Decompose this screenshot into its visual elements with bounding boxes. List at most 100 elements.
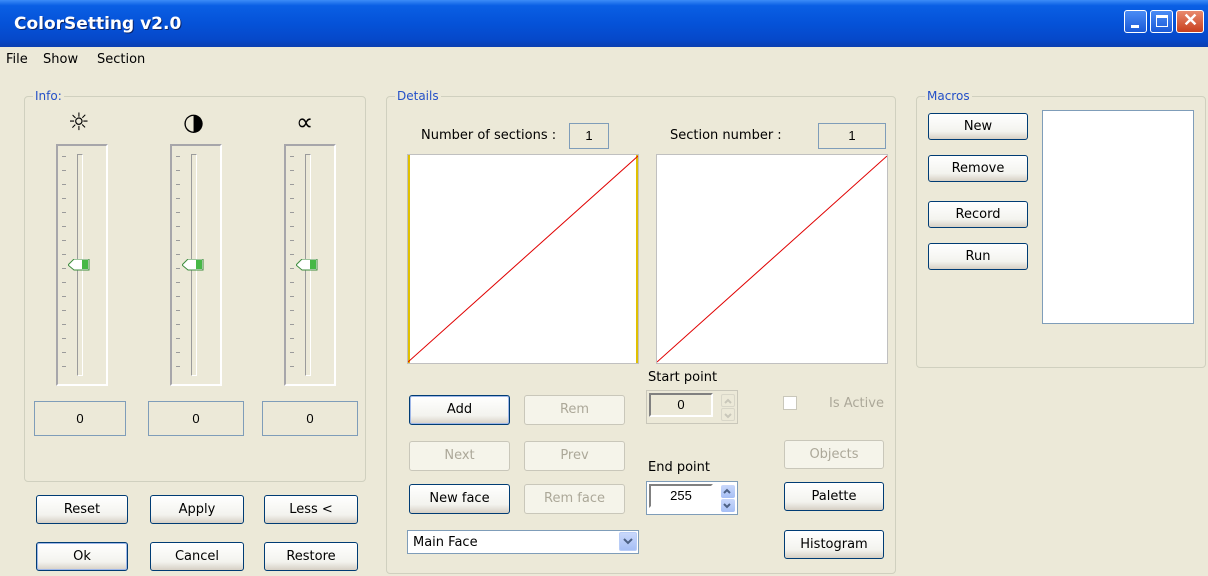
slider-tick: [290, 212, 294, 213]
macro-run-button[interactable]: Run: [928, 243, 1028, 270]
spin-down-icon[interactable]: [721, 408, 735, 421]
num-sections-label: Number of sections :: [421, 128, 557, 143]
slider-tick: [176, 156, 180, 157]
slider-thumb[interactable]: [181, 258, 204, 271]
menu-file[interactable]: File: [6, 52, 28, 67]
slider-tick: [176, 268, 180, 269]
objects-button[interactable]: Objects: [784, 440, 884, 469]
add-button[interactable]: Add: [409, 395, 510, 425]
slider-tick: [62, 254, 66, 255]
cancel-button[interactable]: Cancel: [150, 542, 244, 571]
start-point-spinner[interactable]: 0: [646, 390, 738, 424]
section-number-label: Section number :: [670, 128, 782, 143]
slider-tick: [176, 310, 180, 311]
slider-tick: [290, 156, 294, 157]
curve-line: [407, 155, 639, 363]
slider-tick: [290, 296, 294, 297]
brightness-slider[interactable]: [56, 144, 108, 386]
slider-tick: [62, 352, 66, 353]
slider-tick: [62, 226, 66, 227]
slider-tick: [62, 366, 66, 367]
minimize-icon: [1131, 25, 1139, 28]
spin-up-icon[interactable]: [721, 394, 735, 407]
slider-tick: [290, 170, 294, 171]
slider-tick: [176, 254, 180, 255]
palette-button[interactable]: Palette: [784, 482, 884, 511]
slider-thumb[interactable]: [67, 258, 90, 271]
start-point-label: Start point: [648, 370, 718, 385]
slider-tick: [62, 184, 66, 185]
slider-tick: [290, 352, 294, 353]
macro-record-button[interactable]: Record: [928, 201, 1028, 228]
new-face-button[interactable]: New face: [409, 484, 510, 514]
slider-tick: [176, 184, 180, 185]
slider-tick: [62, 310, 66, 311]
end-point-spinner[interactable]: 255: [646, 481, 738, 515]
slider-tick: [62, 170, 66, 171]
is-active-checkbox[interactable]: [783, 396, 797, 410]
maximize-button[interactable]: [1150, 10, 1173, 33]
slider-tick: [290, 226, 294, 227]
gamma-slider[interactable]: [284, 144, 336, 386]
slider-tick: [62, 324, 66, 325]
slider-tick: [176, 352, 180, 353]
prev-button[interactable]: Prev: [524, 441, 625, 471]
restore-button[interactable]: Restore: [264, 542, 358, 571]
menu-show[interactable]: Show: [43, 52, 78, 67]
section-curve-plot[interactable]: [656, 154, 888, 364]
slider-tick: [176, 212, 180, 213]
slider-tick: [290, 240, 294, 241]
slider-tick: [290, 324, 294, 325]
slider-tick: [290, 338, 294, 339]
next-button[interactable]: Next: [409, 441, 510, 471]
reset-button[interactable]: Reset: [36, 495, 128, 524]
contrast-slider[interactable]: [170, 144, 222, 386]
start-point-value: 0: [649, 393, 713, 417]
end-point-value: 255: [649, 484, 713, 508]
slider-tick: [176, 198, 180, 199]
slider-tick: [290, 282, 294, 283]
slider-tick: [62, 198, 66, 199]
info-group-label: Info:: [33, 89, 64, 103]
slider-tick: [62, 240, 66, 241]
title-bar[interactable]: ColorSetting v2.0 ✕: [0, 0, 1208, 47]
chevron-down-icon[interactable]: [619, 532, 637, 551]
slider-tick: [290, 310, 294, 311]
slider-tick: [62, 212, 66, 213]
num-sections-value: 1: [569, 123, 609, 149]
face-select-value: Main Face: [413, 535, 478, 550]
spin-up-icon[interactable]: [721, 485, 735, 498]
menu-bar: File Show Section: [0, 47, 1208, 71]
slider-tick: [290, 366, 294, 367]
histogram-button[interactable]: Histogram: [784, 530, 884, 559]
spin-down-icon[interactable]: [721, 499, 735, 512]
gamma-icon: ∝: [296, 108, 314, 136]
gamma-value: 0: [262, 401, 358, 436]
face-curve: [407, 155, 639, 363]
end-point-label: End point: [648, 460, 710, 475]
menu-section[interactable]: Section: [97, 52, 145, 67]
slider-tick: [290, 268, 294, 269]
slider-tick: [176, 338, 180, 339]
close-button[interactable]: ✕: [1176, 10, 1204, 33]
rem-face-button[interactable]: Rem face: [524, 484, 625, 514]
slider-tick: [176, 226, 180, 227]
slider-thumb[interactable]: [295, 258, 318, 271]
contrast-icon: ◑: [183, 108, 204, 136]
macro-new-button[interactable]: New: [928, 113, 1028, 140]
minimize-button[interactable]: [1124, 10, 1147, 33]
window-title: ColorSetting v2.0: [14, 14, 182, 34]
macro-list[interactable]: [1042, 110, 1194, 324]
slider-tick: [176, 366, 180, 367]
slider-tick: [176, 170, 180, 171]
slider-tick: [290, 254, 294, 255]
slider-tick: [290, 198, 294, 199]
face-select[interactable]: Main Face: [407, 530, 639, 554]
apply-button[interactable]: Apply: [150, 495, 244, 524]
less-button[interactable]: Less <: [264, 495, 358, 524]
macros-group-label: Macros: [925, 89, 972, 103]
ok-button[interactable]: Ok: [36, 542, 128, 571]
macro-remove-button[interactable]: Remove: [928, 155, 1028, 182]
rem-button[interactable]: Rem: [524, 395, 625, 425]
face-curve-plot[interactable]: [407, 154, 639, 364]
